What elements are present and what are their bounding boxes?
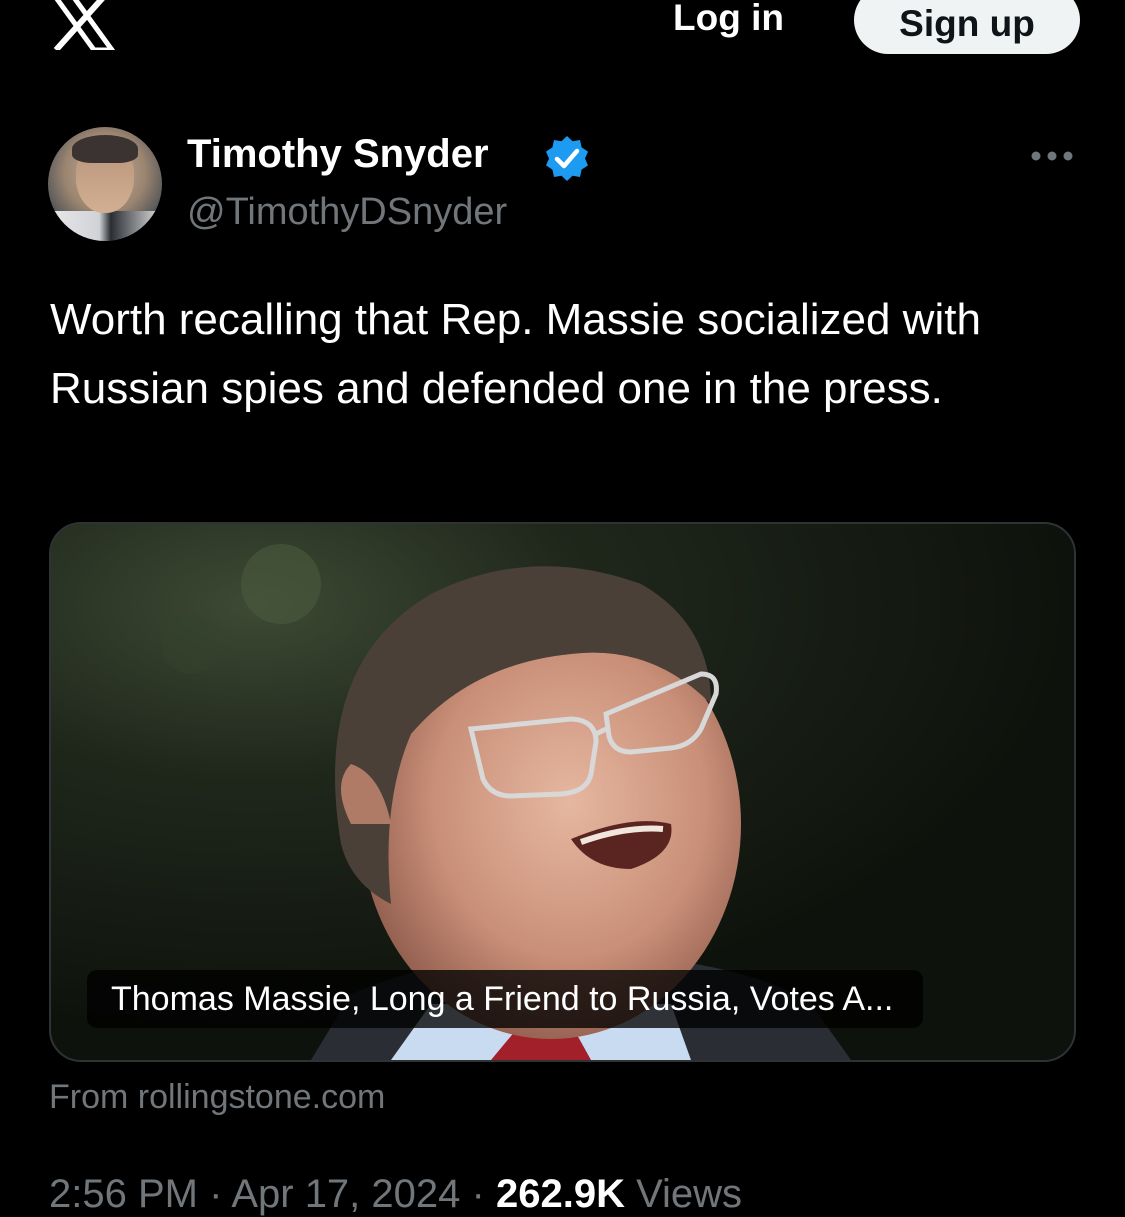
tweet-text: Worth recalling that Rep. Massie sociali…: [50, 295, 981, 413]
x-logo-icon[interactable]: [48, 0, 116, 50]
tweet-meta: 2:56 PM · Apr 17, 2024 · 262.9K Views: [49, 1172, 742, 1217]
login-link[interactable]: Log in: [673, 0, 784, 39]
more-options-icon[interactable]: [1028, 138, 1076, 174]
card-source[interactable]: From rollingstone.com: [49, 1078, 385, 1117]
card-title: Thomas Massie, Long a Friend to Russia, …: [87, 970, 924, 1028]
tweet-time[interactable]: 2:56 PM: [49, 1172, 198, 1216]
views-count: 262.9K: [495, 1172, 625, 1216]
tweet-date[interactable]: Apr 17, 2024: [231, 1172, 460, 1216]
avatar[interactable]: [48, 127, 162, 241]
meta-separator: ·: [471, 1172, 485, 1216]
author-name[interactable]: Timothy Snyder: [187, 132, 489, 177]
top-bar: Log in Sign up: [0, 0, 1125, 60]
signup-button[interactable]: Sign up: [854, 0, 1080, 54]
verified-badge-icon: [546, 136, 588, 181]
author-handle[interactable]: @TimothyDSnyder: [187, 191, 507, 234]
views-label: Views: [636, 1172, 743, 1216]
meta-separator: ·: [209, 1172, 223, 1216]
link-card[interactable]: Thomas Massie, Long a Friend to Russia, …: [49, 522, 1076, 1062]
